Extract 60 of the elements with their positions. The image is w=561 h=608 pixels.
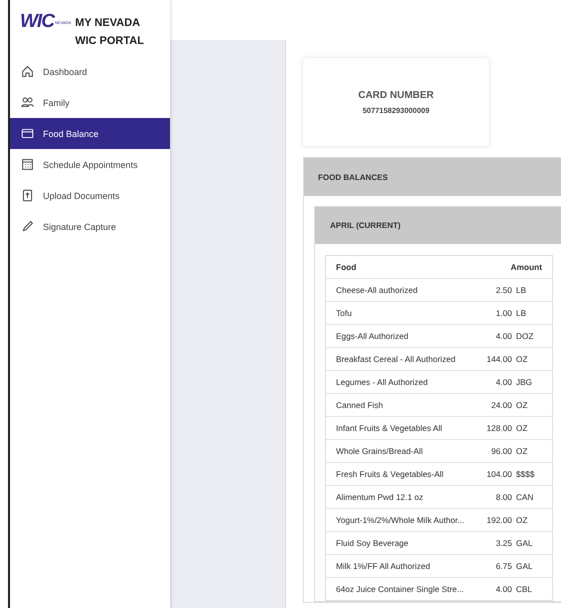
- table-cell-text: Legumes - All Authorized: [336, 377, 429, 387]
- table-cell-text: OZ: [515, 515, 529, 525]
- table-cell-text: 104.00: [486, 469, 512, 479]
- table-cell-text: Tofu: [336, 308, 353, 318]
- panel-header: FOOD BALANCES: [304, 158, 561, 196]
- table-cell-text: 24.00: [490, 400, 512, 410]
- table-cell-text: Alimentum Pwd 12.1 oz: [336, 492, 424, 502]
- column-header: Food: [336, 262, 358, 272]
- table-cell-text: Milk 1%/FF All Authorized: [336, 561, 432, 571]
- table-cell-text: Yogurt-1%/2%/Whole Milk Author...: [336, 515, 466, 525]
- sidebar-item[interactable]: Signature Capture: [10, 211, 170, 242]
- table-cell-text: CAN: [515, 492, 535, 502]
- upload-icon: [21, 189, 34, 202]
- sidebar-item[interactable]: Food Balance: [10, 118, 170, 149]
- people-icon: [21, 96, 34, 109]
- table-cell-text: 4.00: [494, 377, 512, 387]
- calendar-icon: [21, 158, 34, 171]
- table-cell-text: JBG: [515, 377, 534, 387]
- table-cell-text: 4.00: [494, 584, 512, 594]
- table-cell-text: 3.25: [494, 538, 512, 548]
- column-header: Amount: [510, 262, 543, 272]
- table-cell-text: 128.00: [486, 423, 512, 433]
- table-cell-text: 96.00: [490, 446, 512, 456]
- table-cell-text: Whole Grains/Bread-All: [336, 446, 424, 456]
- table-cell-text: Eggs-All Authorized: [336, 331, 410, 341]
- sidebar-item[interactable]: Schedule Appointments: [10, 149, 170, 180]
- table-cell-text: OZ: [515, 400, 529, 410]
- table-cell-text: 192.00: [486, 515, 512, 525]
- table-cell-text: OZ: [515, 354, 529, 364]
- table-cell-text: OZ: [515, 446, 529, 456]
- table-cell-text: LB: [515, 285, 528, 295]
- table-cell-text: Cheese-All authorized: [336, 285, 419, 295]
- table-cell-text: GAL: [515, 538, 534, 548]
- table-cell-text: Breakfast Cereal - All Authorized: [336, 354, 456, 364]
- table-cell-text: 8.00: [494, 492, 512, 502]
- portal-title: MY NEVADA WIC PORTAL: [75, 16, 145, 49]
- table-cell-text: 2.50: [494, 285, 512, 295]
- home-icon: [21, 65, 34, 78]
- period-header: APRIL (CURRENT): [315, 207, 561, 244]
- sidebar-item[interactable]: Dashboard: [10, 56, 170, 87]
- table-cell-text: 144.00: [486, 354, 512, 364]
- table-cell-text: GAL: [515, 561, 534, 571]
- card-icon: [21, 127, 34, 140]
- table-cell-text: Infant Fruits & Vegetables All: [336, 423, 444, 433]
- table-cell-text: 1.00: [494, 308, 512, 318]
- table-cell-text: Canned Fish: [336, 400, 384, 410]
- table-cell-text: CBL: [515, 584, 534, 594]
- sidebar-item[interactable]: Family: [10, 87, 170, 118]
- table-cell-text: LB: [515, 308, 528, 318]
- pencil-icon: [21, 220, 34, 233]
- table-cell-text: DOZ: [515, 331, 535, 341]
- table-cell-text: Fluid Soy Beverage: [336, 538, 410, 548]
- table-cell-text: Fresh Fruits & Vegetables-All: [336, 469, 444, 479]
- card-number-label: CARD NUMBER: [358, 90, 434, 100]
- table-cell-text: $$$$: [515, 469, 536, 479]
- table-cell-text: 6.75: [494, 561, 512, 571]
- sidebar-item[interactable]: Upload Documents: [10, 180, 170, 211]
- table-cell-text: 4.00: [494, 331, 512, 341]
- table-cell-text: 64oz Juice Container Single Stre...: [336, 584, 465, 594]
- table-cell-text: OZ: [515, 423, 529, 433]
